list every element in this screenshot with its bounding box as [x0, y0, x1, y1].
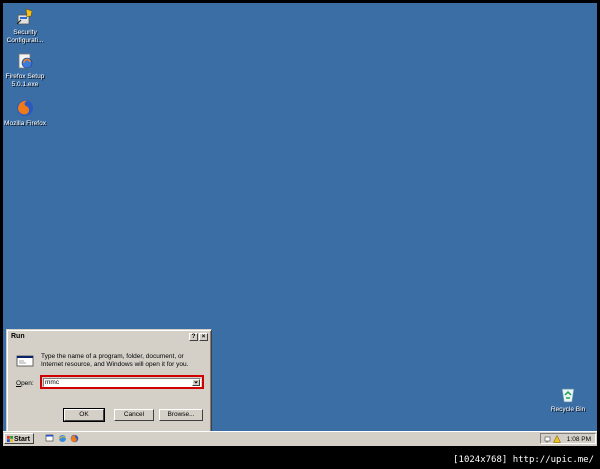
firefox-quicklaunch-icon[interactable] — [70, 434, 79, 443]
close-button[interactable]: × — [199, 333, 208, 341]
open-label: Open: — [16, 380, 34, 387]
internet-explorer-icon[interactable] — [58, 434, 67, 443]
desktop-icon-label: Recycle Bin — [550, 406, 586, 413]
dropdown-button[interactable] — [192, 379, 200, 386]
open-input[interactable] — [45, 379, 185, 386]
desktop: Security Configurati... Firefox Setup 5.… — [3, 3, 597, 446]
chevron-down-icon — [194, 381, 198, 384]
run-dialog-description: Type the name of a program, folder, docu… — [41, 353, 189, 368]
network-icon[interactable] — [544, 435, 552, 443]
start-label: Start — [14, 436, 30, 443]
desktop-icon-firefox-setup[interactable]: Firefox Setup 5.0.1.exe — [3, 51, 53, 89]
windows-logo-icon — [7, 436, 13, 442]
help-button[interactable]: ? — [189, 333, 198, 341]
start-button[interactable]: Start — [4, 433, 34, 444]
desktop-icon-mozilla-firefox[interactable]: Mozilla Firefox — [3, 98, 53, 128]
run-icon — [16, 354, 34, 368]
desktop-icon-label: Security Configurati... — [6, 29, 44, 44]
security-config-icon — [15, 7, 35, 27]
installer-icon — [15, 51, 35, 71]
security-alert-icon[interactable] — [553, 435, 561, 443]
firefox-icon — [15, 98, 35, 118]
run-dialog-title: Run — [11, 333, 25, 340]
desktop-icon-label: Mozilla Firefox — [4, 120, 46, 127]
open-combobox[interactable] — [43, 378, 201, 387]
taskbar: Start 1:08 PM — [3, 431, 597, 446]
desktop-icon-security-config[interactable]: Security Configurati... — [3, 7, 53, 45]
clock: 1:08 PM — [566, 436, 591, 443]
desktop-icon-recycle-bin[interactable]: Recycle Bin — [540, 384, 596, 414]
watermark: [1024x768] http://upic.me/ — [453, 455, 594, 465]
browse-button[interactable]: Browse... — [159, 409, 203, 421]
run-dialog-titlebar[interactable]: Run ? × — [9, 332, 209, 342]
recycle-bin-icon — [558, 384, 578, 404]
system-tray: 1:08 PM — [540, 433, 596, 444]
cancel-button[interactable]: Cancel — [114, 409, 154, 421]
run-dialog: Run ? × Type the name of a program, fold… — [6, 329, 212, 435]
desktop-icon-label: Firefox Setup 5.0.1.exe — [5, 73, 45, 88]
show-desktop-icon[interactable] — [45, 434, 54, 443]
ok-button[interactable]: OK — [63, 408, 105, 422]
